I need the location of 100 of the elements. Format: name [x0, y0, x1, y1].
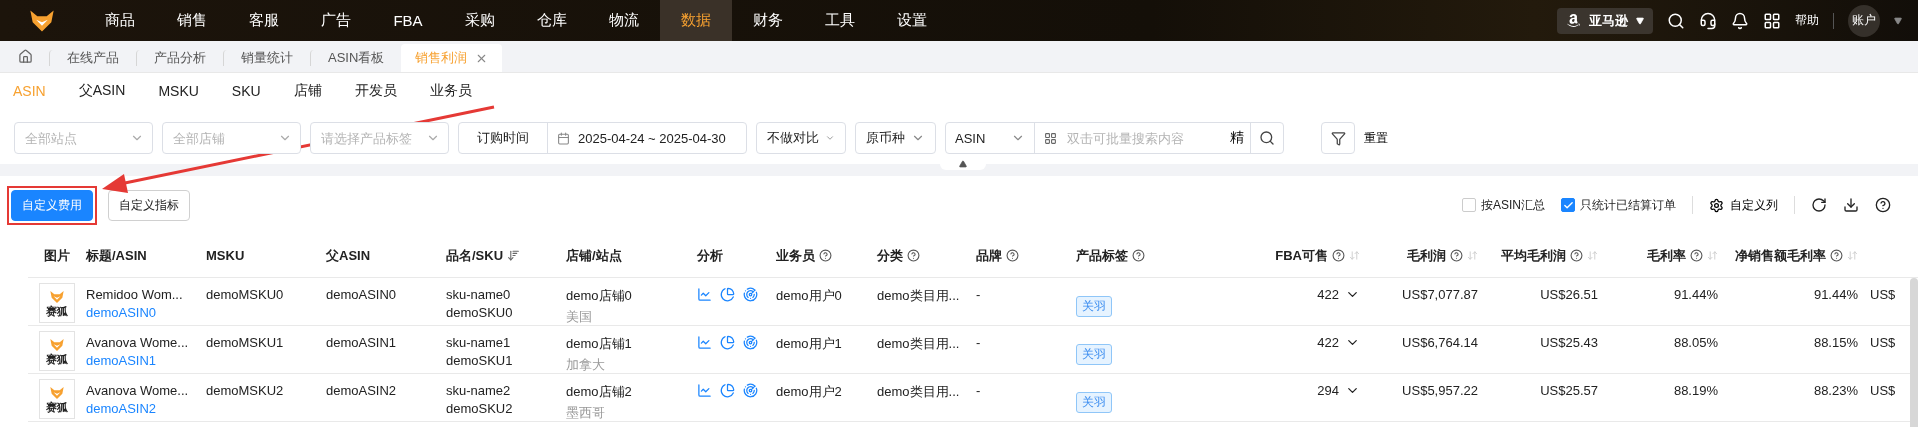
pie-chart-icon[interactable] [720, 335, 735, 350]
column-header[interactable]: 毛利率 [1647, 246, 1718, 265]
custom-button[interactable]: 自定义指标 [108, 189, 190, 221]
fba-stock[interactable]: 294 [1317, 383, 1360, 398]
fox-logo-icon [49, 337, 65, 353]
column-header: 标题/ASIN [86, 246, 148, 265]
search-icon[interactable] [1667, 11, 1685, 30]
radar-icon[interactable] [743, 383, 758, 398]
table-cell-text: US$ [1870, 383, 1897, 398]
asin-link[interactable]: demoASIN2 [86, 401, 206, 416]
table-cell: US$25.43 [1540, 335, 1598, 350]
fba-stock[interactable]: 422 [1317, 287, 1360, 302]
view-tab[interactable]: 父ASIN [78, 73, 145, 109]
help-icon[interactable] [1450, 249, 1463, 262]
table-cell-text: demo用户2 [776, 383, 843, 401]
nav-menu-item[interactable]: 工具 [804, 0, 876, 41]
compare-select[interactable]: 不做对比 [756, 122, 846, 154]
scrollbar[interactable] [1910, 278, 1918, 427]
column-header[interactable]: 平均毛利润 [1501, 246, 1598, 265]
pie-chart-icon[interactable] [720, 287, 735, 302]
view-tab[interactable]: 店铺 [293, 73, 341, 109]
view-tab[interactable]: 业务员 [429, 73, 491, 109]
product-title: Remidoo Wom... [86, 287, 184, 302]
collapse-icon[interactable] [959, 160, 967, 168]
line-chart-icon[interactable] [697, 335, 712, 350]
apps-grid-icon[interactable] [1763, 11, 1781, 30]
custom-columns-button[interactable]: 自定义列 [1709, 196, 1778, 214]
nav-menu-item[interactable]: 销售 [156, 0, 228, 41]
nav-menu-item[interactable]: 仓库 [516, 0, 588, 41]
nav-menu-item[interactable]: 采购 [444, 0, 516, 41]
column-header[interactable]: 品名/SKU [446, 246, 566, 265]
thumbnail-text: 赛狐 [46, 305, 68, 317]
product-title: Avanova Wome... [86, 383, 190, 398]
thumbnail-text: 赛狐 [46, 353, 68, 365]
account-avatar[interactable]: 账户 [1848, 4, 1880, 37]
page-tab[interactable]: 销量统计 [223, 50, 310, 66]
filter-button[interactable] [1321, 122, 1355, 154]
help-icon[interactable] [1006, 249, 1019, 262]
help-icon[interactable] [1875, 197, 1891, 213]
asin-link[interactable]: demoASIN0 [86, 305, 206, 320]
radar-icon[interactable] [743, 335, 758, 350]
nav-menu-item[interactable]: 财务 [732, 0, 804, 41]
help-icon[interactable] [1132, 249, 1145, 262]
asin-link[interactable]: demoASIN1 [86, 353, 206, 368]
platform-selector[interactable]: 亚马逊 [1557, 7, 1653, 34]
caret-icon[interactable] [1894, 16, 1902, 25]
nav-menu-item[interactable]: 物流 [588, 0, 660, 41]
column-header[interactable]: 毛利润 [1407, 246, 1478, 265]
bell-icon[interactable] [1731, 11, 1749, 30]
view-tab[interactable]: SKU [231, 73, 280, 109]
tag-select[interactable]: 请选择产品标签 [310, 122, 449, 154]
help-icon[interactable] [1570, 249, 1583, 262]
table-cell: 91.44% [1813, 287, 1858, 302]
help-icon[interactable] [1332, 249, 1345, 262]
help-icon[interactable] [1830, 249, 1843, 262]
site-select[interactable]: 全部站点 [14, 122, 153, 154]
fba-stock[interactable]: 422 [1317, 335, 1360, 350]
nav-menu-item[interactable]: 客服 [228, 0, 300, 41]
table-cell: 88.19% [1673, 383, 1718, 398]
currency-select[interactable]: 原币种 [855, 122, 936, 154]
page-tab[interactable]: 产品分析 [136, 50, 223, 66]
table-cell-text: demoMSKU2 [206, 383, 285, 398]
option-checkbox[interactable]: 只统计已结算订单 [1561, 196, 1676, 214]
table-cell-text: demoSKU0 [446, 305, 514, 320]
option-checkbox[interactable]: 按ASIN汇总 [1462, 196, 1545, 214]
nav-menu-item[interactable]: 数据 [660, 0, 732, 41]
reset-button[interactable]: 重置 [1364, 129, 1388, 147]
help-icon[interactable] [1690, 249, 1703, 262]
shop-select[interactable]: 全部店铺 [162, 122, 301, 154]
view-tab[interactable]: MSKU [158, 73, 218, 109]
table-cell: US$25.57 [1540, 383, 1598, 398]
table-cell: 91.44% [1673, 287, 1718, 302]
refresh-icon[interactable] [1811, 197, 1827, 213]
column-header: 分类 [877, 246, 976, 265]
nav-menu-item[interactable]: FBA [372, 0, 444, 41]
radar-icon[interactable] [743, 287, 758, 302]
column-header[interactable]: FBA可售 [1275, 246, 1360, 265]
table-cell-text: sku-name0 [446, 287, 512, 302]
nav-menu-item[interactable]: 商品 [84, 0, 156, 41]
table-cell-text: demoASIN0 [326, 287, 398, 302]
home-icon[interactable] [18, 49, 33, 64]
nav-menu-item[interactable]: 广告 [300, 0, 372, 41]
table-cell-text: US$ [1870, 287, 1897, 302]
line-chart-icon[interactable] [697, 287, 712, 302]
page-tab[interactable]: 在线产品 [49, 50, 136, 66]
headset-icon[interactable] [1699, 11, 1717, 30]
table-cell-text: demo类目用... [877, 287, 961, 305]
pie-chart-icon[interactable] [720, 383, 735, 398]
table-cell-text: - [976, 287, 982, 302]
download-icon[interactable] [1843, 197, 1859, 213]
view-tab[interactable]: 开发员 [354, 73, 416, 109]
column-header[interactable]: 净销售额毛利率 [1735, 246, 1858, 265]
help-icon[interactable] [819, 249, 832, 262]
sort-icon[interactable] [507, 249, 521, 262]
custom-button[interactable]: 自定义费用 [11, 189, 93, 221]
line-chart-icon[interactable] [697, 383, 712, 398]
table-cell-text: - [976, 383, 982, 398]
nav-menu-item[interactable]: 设置 [876, 0, 948, 41]
help-icon[interactable] [907, 249, 920, 262]
help-link[interactable]: 帮助 [1795, 12, 1819, 29]
